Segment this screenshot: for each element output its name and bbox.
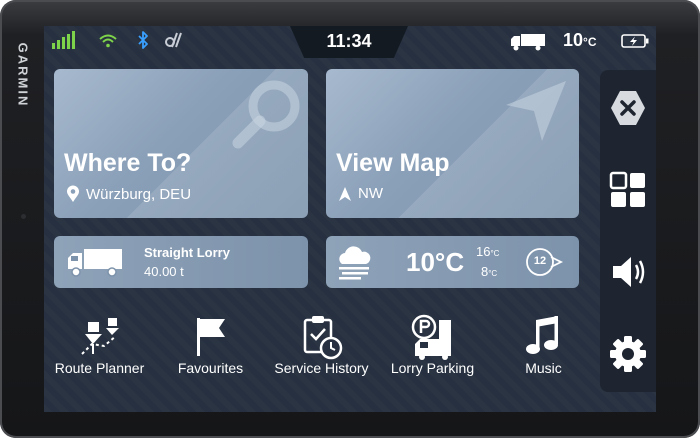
music-note-icon [525, 316, 558, 354]
clock: 11:34 [326, 31, 372, 51]
volume-icon [613, 257, 645, 287]
view-map-tile[interactable]: View Map NW [326, 69, 579, 218]
route-planner-button[interactable]: Route Planner [44, 308, 155, 412]
vehicle-profile-tile[interactable]: Straight Lorry 40.00 t [54, 236, 308, 288]
where-to-tile[interactable]: Where To? Würzburg, DEU [54, 69, 308, 218]
lorry-parking-icon [411, 314, 451, 360]
service-history-icon [303, 316, 342, 360]
lorry-parking-button[interactable]: Lorry Parking [377, 308, 488, 412]
high-temperature: 16°C [476, 244, 500, 259]
volume-button[interactable] [608, 252, 648, 292]
sidebar [600, 70, 656, 392]
bluetooth-icon [138, 31, 148, 49]
where-to-title: Where To? [64, 149, 192, 177]
app-label: Music [525, 360, 562, 376]
flag-icon [196, 318, 225, 356]
status-bar: 11:34 10°C [44, 26, 656, 58]
service-history-button[interactable]: Service History [266, 308, 377, 412]
garmin-logo: GARMIN [15, 42, 31, 108]
screen: 11:34 10°C Where To? Würzburg, DEU View … [44, 26, 656, 412]
app-label: Service History [274, 360, 369, 376]
battery-charging-icon [621, 34, 649, 48]
route-planner-icon [80, 318, 119, 355]
app-bar: Route Planner Favourites Service History [44, 308, 600, 412]
where-to-location: Würzburg, DEU [66, 185, 191, 203]
favourites-button[interactable]: Favourites [155, 308, 266, 412]
music-button[interactable]: Music [488, 308, 599, 412]
vehicle-weight: 40.00 t [144, 264, 184, 279]
current-temperature: 10°C [406, 247, 465, 277]
location-pin-icon [67, 185, 79, 202]
wifi-icon [99, 34, 117, 48]
app-label: Lorry Parking [390, 360, 475, 376]
weather-tile[interactable]: 10°C 16°C 8°C 12 [326, 236, 579, 288]
clock-notch: 11:34 [290, 26, 408, 58]
app-label: Route Planner [54, 360, 145, 376]
camera-dot [21, 214, 26, 219]
settings-button[interactable] [608, 334, 648, 374]
view-map-title: View Map [336, 149, 450, 177]
signal-bars-icon [52, 31, 75, 49]
close-icon [611, 91, 645, 125]
lorry-icon [68, 249, 122, 277]
low-temperature: 8°C [481, 264, 498, 279]
app-label: Favourites [177, 360, 244, 376]
close-button[interactable] [608, 88, 648, 128]
cloud-fog-icon [339, 246, 371, 280]
speed-limit-value: 12 [533, 255, 547, 267]
compass-arrow-icon [339, 186, 351, 201]
settings-icon [610, 336, 646, 372]
status-temperature: 10°C [563, 30, 597, 50]
navigation-arrow-icon [506, 81, 566, 141]
view-map-heading: NW [338, 185, 383, 202]
apps-grid-icon [609, 171, 645, 207]
lorry-icon [511, 34, 545, 51]
apps-grid-button[interactable] [608, 170, 648, 210]
device-frame: GARMIN 11:34 10°C Where To? Würzburg, DE… [0, 0, 700, 438]
search-icon [232, 80, 300, 149]
drive-app-icon [165, 32, 182, 48]
vehicle-name: Straight Lorry [144, 245, 230, 260]
